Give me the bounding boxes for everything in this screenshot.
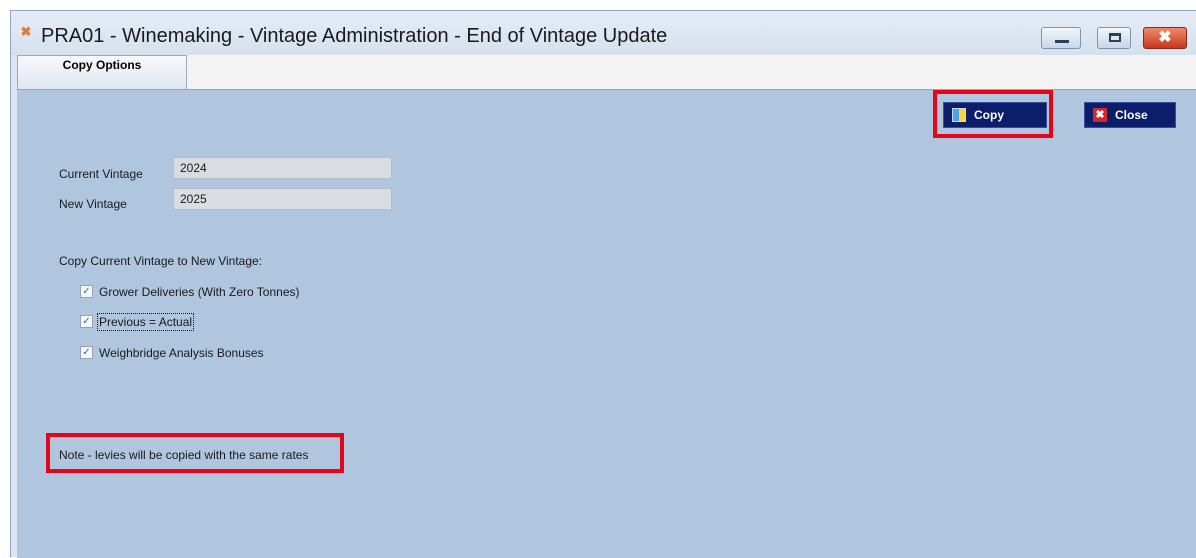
minimize-icon — [1055, 40, 1069, 43]
window-close-button[interactable]: ✖ — [1143, 27, 1187, 49]
close-icon: ✖ — [1158, 29, 1172, 46]
note-highlight — [46, 433, 344, 473]
maximize-button[interactable] — [1097, 27, 1131, 49]
copy-button-highlight — [933, 90, 1053, 138]
title-bar[interactable]: ✖ PRA01 - Winemaking - Vintage Administr… — [11, 11, 1196, 55]
previous-actual-checkbox[interactable]: ✓ — [80, 315, 93, 328]
close-button[interactable]: ✖ Close — [1084, 102, 1176, 128]
close-button-label: Close — [1115, 108, 1148, 122]
weighbridge-bonuses-label: Weighbridge Analysis Bonuses — [99, 346, 264, 360]
copy-options-panel: Copy ✖ Close Current Vintage 2024 New Vi… — [17, 89, 1196, 558]
current-vintage-field[interactable]: 2024 — [173, 157, 392, 179]
close-icon: ✖ — [1093, 108, 1107, 122]
new-vintage-label: New Vintage — [59, 197, 127, 211]
maximize-icon — [1109, 33, 1121, 42]
copy-section-label: Copy Current Vintage to New Vintage: — [59, 254, 263, 268]
new-vintage-field[interactable]: 2025 — [173, 188, 392, 210]
grower-deliveries-checkbox[interactable]: ✓ — [80, 285, 93, 298]
window-title: PRA01 - Winemaking - Vintage Administrat… — [41, 25, 668, 47]
minimize-button[interactable] — [1041, 27, 1081, 49]
previous-actual-label: Previous = Actual — [96, 313, 195, 331]
weighbridge-bonuses-checkbox[interactable]: ✓ — [80, 346, 93, 359]
tab-strip: Copy Options — [17, 55, 1196, 89]
tab-copy-options[interactable]: Copy Options — [17, 55, 187, 89]
grower-deliveries-label: Grower Deliveries (With Zero Tonnes) — [99, 285, 300, 299]
app-icon: ✖ — [20, 24, 32, 39]
app-window: ✖ PRA01 - Winemaking - Vintage Administr… — [10, 10, 1196, 558]
current-vintage-label: Current Vintage — [59, 167, 143, 181]
